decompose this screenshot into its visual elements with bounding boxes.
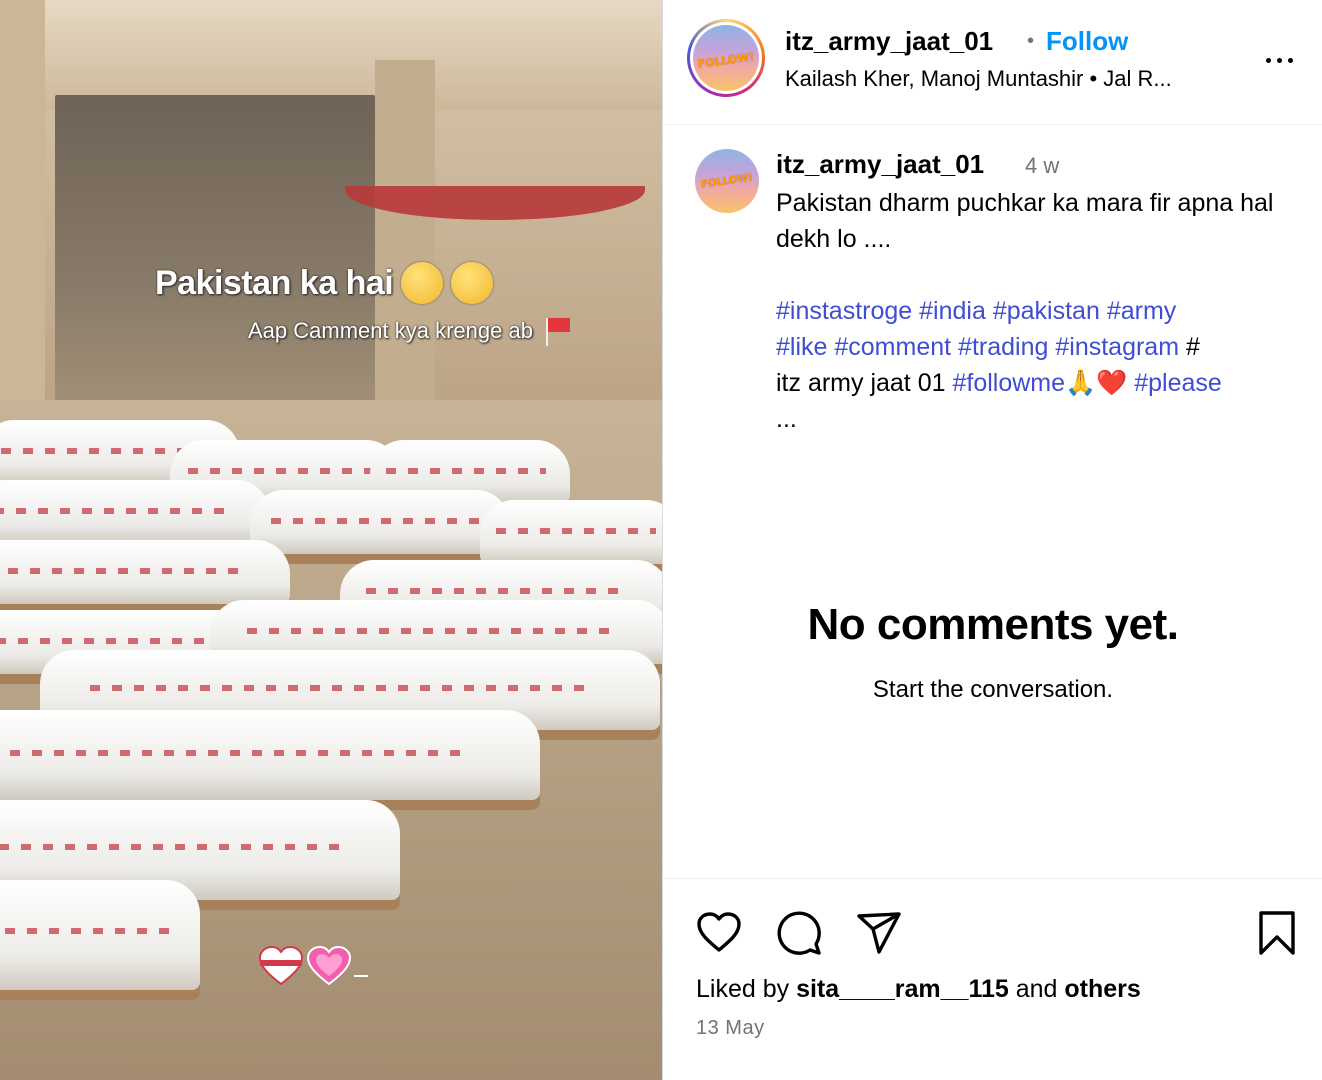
overlay-title-text: Pakistan ka hai — [155, 263, 394, 302]
media-scene-row — [0, 710, 540, 800]
liked-middle: and — [1015, 975, 1058, 1003]
comment-icon[interactable] — [775, 909, 823, 957]
liked-others-link[interactable]: others — [1064, 975, 1140, 1003]
liked-user-link[interactable]: sita____ram__115 — [796, 975, 1009, 1003]
hashtag-link[interactable]: #instastroge — [776, 297, 912, 325]
avatar[interactable]: FOLLOW! — [693, 25, 759, 91]
hashtag-link[interactable]: #like — [776, 333, 827, 361]
liked-by-text: Liked by sita____ram__115 and others — [696, 975, 1141, 1004]
shushing-face-emoji-icon — [451, 262, 494, 304]
caption-plain-text: itz army jaat 01 — [776, 369, 946, 397]
red-flag-icon — [543, 316, 571, 346]
overlay-subtitle-text: Aap Camment kya krenge ab — [248, 318, 533, 343]
media-scene-row — [0, 540, 290, 604]
media-scene-row — [0, 480, 270, 544]
save-icon[interactable] — [1253, 909, 1301, 957]
media-background-pillar — [0, 0, 45, 420]
liked-prefix: Liked by — [696, 975, 790, 1003]
caption-body: Pakistan dharm puchkar ka mara fir apna … — [776, 189, 1274, 253]
media-background-pillar — [375, 60, 435, 440]
caption-hash-text: # — [1179, 333, 1200, 361]
media-scene-row — [0, 880, 200, 990]
hashtag-link[interactable]: #trading — [958, 333, 1048, 361]
raised-eyebrow-emoji-icon — [401, 262, 444, 304]
caption-tags-line: #instastroge #india #pakistan #army — [776, 293, 1306, 329]
more-options-icon[interactable] — [1259, 48, 1299, 72]
caption-tags-line: #like #comment #trading #instagram # — [776, 329, 1306, 365]
heart-icon[interactable] — [695, 909, 743, 957]
caption-username[interactable]: itz_army_jaat_01 — [776, 149, 984, 180]
media-overlay-subtitle: Aap Camment kya krenge ab — [248, 316, 571, 346]
hashtag-link[interactable]: #army — [1107, 297, 1176, 325]
ribbon-heart-icon — [258, 945, 304, 986]
post-details-panel: FOLLOW! itz_army_jaat_01 • Follow Kailas… — [662, 0, 1322, 1080]
avatar-text: FOLLOW! — [696, 50, 756, 71]
post-date[interactable]: 13 May — [696, 1017, 765, 1040]
hashtag-link[interactable]: #pakistan — [993, 297, 1100, 325]
media-background-doorway — [55, 95, 375, 425]
media-background-ceiling — [0, 0, 662, 110]
hashtag-link[interactable]: #instagram — [1055, 333, 1179, 361]
caption-text: Pakistan dharm puchkar ka mara fir apna … — [776, 185, 1306, 437]
growing-heart-icon — [306, 945, 352, 986]
caption-timestamp[interactable]: 4 w — [1025, 153, 1059, 179]
caption-tags-line: itz army jaat 01 #followme🙏❤️ #please — [776, 365, 1306, 401]
media-overlay-title: Pakistan ka hai — [155, 262, 494, 304]
overlay-dash — [354, 975, 368, 977]
audio-info-link[interactable]: Kailash Kher, Manoj Muntashir • Jal R... — [785, 66, 1235, 92]
post-caption: FOLLOW! itz_army_jaat_01 4 w Pakistan dh… — [663, 125, 1322, 433]
no-comments-title: No comments yet. — [807, 600, 1179, 649]
share-icon[interactable] — [855, 909, 903, 957]
media-overlay-hearts — [258, 945, 368, 986]
hashtag-link[interactable]: #please — [1134, 369, 1222, 397]
hashtag-link[interactable]: #india — [919, 297, 986, 325]
no-comments-subtitle: Start the conversation. — [872, 676, 1114, 703]
follow-button[interactable]: Follow — [1046, 26, 1128, 57]
media-scene-row — [480, 500, 662, 564]
media-background-drape — [345, 160, 645, 220]
post-header: FOLLOW! itz_army_jaat_01 • Follow Kailas… — [663, 0, 1322, 125]
media-scene-row — [250, 490, 510, 554]
header-separator: • — [1027, 30, 1035, 52]
caption-more-ellipsis[interactable]: ... — [776, 401, 1306, 437]
hashtag-link[interactable]: #comment — [834, 333, 951, 361]
post-actions-bar: Liked by sita____ram__115 and others 13 … — [663, 878, 1322, 1080]
header-username[interactable]: itz_army_jaat_01 — [785, 26, 993, 57]
caption-avatar[interactable]: FOLLOW! — [695, 149, 759, 213]
post-media[interactable]: Pakistan ka hai Aap Camment kya krenge a… — [0, 0, 662, 1080]
hashtag-link[interactable]: #followme🙏❤️ — [952, 369, 1127, 397]
avatar-text: FOLLOW! — [700, 172, 754, 191]
story-ring-avatar[interactable]: FOLLOW! — [687, 19, 765, 97]
